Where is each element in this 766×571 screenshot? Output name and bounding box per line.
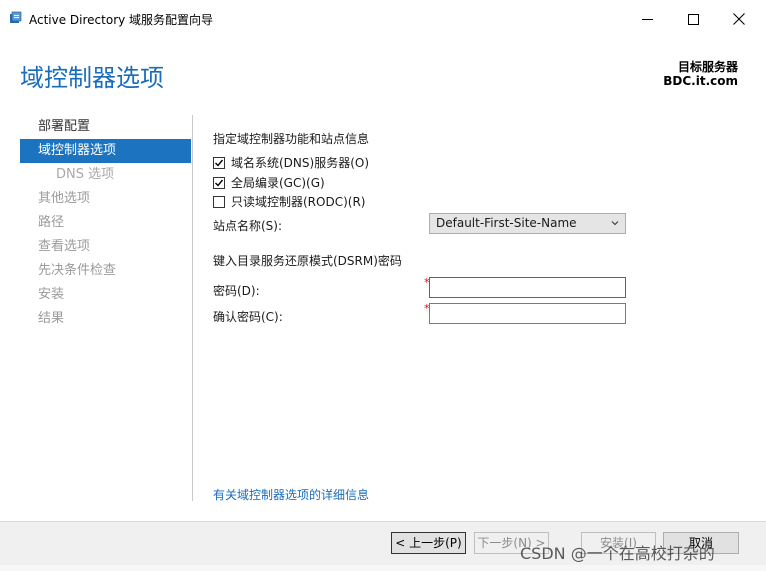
site-name-value: Default-First-Site-Name <box>436 216 577 230</box>
nav-item-prerequisites-check: 先决条件检查 <box>38 263 117 278</box>
title-bar: Active Directory 域服务配置向导 <box>0 0 766 38</box>
page-title: 域控制器选项 <box>20 64 164 92</box>
wizard-header: 域控制器选项 目标服务器 BDC.it.com <box>0 38 766 110</box>
chevron-down-icon <box>611 221 619 226</box>
nav-item-installation: 安装 <box>38 287 65 302</box>
global-catalog-checkbox-row[interactable]: 全局编录(GC)(G) <box>213 174 325 191</box>
site-name-label: 站点名称(S): <box>213 219 283 233</box>
section-title-dsrm: 键入目录服务还原模式(DSRM)密码 <box>213 254 402 268</box>
nav-item-review-options: 查看选项 <box>38 239 91 254</box>
csdn-watermark: CSDN @一个在高校打杂的 <box>520 544 715 563</box>
nav-item-deployment-config[interactable]: 部署配置 <box>20 115 191 139</box>
nav-item-paths: 路径 <box>38 215 65 230</box>
close-icon <box>733 13 745 25</box>
more-info-link[interactable]: 有关域控制器选项的详细信息 <box>213 486 369 503</box>
site-name-select[interactable]: Default-First-Site-Name <box>429 213 626 234</box>
nav-divider <box>192 115 193 501</box>
wizard-footer: < 上一步(P) 下一步(N) > 安装(I) 取消 CSDN @一个在高校打杂… <box>0 521 766 571</box>
window-title: Active Directory 域服务配置向导 <box>29 13 214 27</box>
confirm-password-input[interactable] <box>429 303 626 324</box>
nav-item-additional-options: 其他选项 <box>38 191 91 206</box>
nav-item-dc-options[interactable]: 域控制器选项 <box>20 139 191 163</box>
server-manager-icon <box>10 11 22 23</box>
rodc-checkbox-row[interactable]: 只读域控制器(RODC)(R) <box>213 193 365 210</box>
password-label: 密码(D): <box>213 284 260 298</box>
nav-item-dns-options: DNS 选项 <box>56 167 115 182</box>
minimize-button[interactable] <box>624 0 670 38</box>
bottom-strip <box>0 565 766 571</box>
password-input[interactable] <box>429 277 626 298</box>
rodc-label: 只读域控制器(RODC)(R) <box>231 195 366 209</box>
target-server-label: 目标服务器 <box>677 60 738 74</box>
confirm-password-label: 确认密码(C): <box>213 310 283 324</box>
dns-server-checkbox[interactable] <box>213 156 225 169</box>
rodc-checkbox[interactable] <box>213 195 225 208</box>
checkmark-icon <box>215 159 224 167</box>
maximize-icon <box>687 13 699 25</box>
global-catalog-checkbox[interactable] <box>213 176 225 189</box>
wizard-window: Active Directory 域服务配置向导 域控制器选项 目标服务器 BD… <box>0 0 766 571</box>
minimize-icon <box>641 18 653 20</box>
dns-server-checkbox-row[interactable]: 域名系统(DNS)服务器(O) <box>213 154 369 171</box>
checkmark-icon <box>215 179 224 187</box>
nav-item-results: 结果 <box>38 311 65 326</box>
dns-server-label: 域名系统(DNS)服务器(O) <box>231 156 370 170</box>
maximize-button[interactable] <box>670 0 716 38</box>
section-title-dc-capabilities: 指定域控制器功能和站点信息 <box>213 132 370 146</box>
close-button[interactable] <box>716 0 762 38</box>
previous-button[interactable]: < 上一步(P) <box>391 532 466 554</box>
global-catalog-label: 全局编录(GC)(G) <box>231 176 325 190</box>
target-server-value: BDC.it.com <box>663 74 738 88</box>
wizard-nav: 部署配置 域控制器选项 DNS 选项 其他选项 路径 查看选项 先决条件检查 安… <box>20 115 191 331</box>
